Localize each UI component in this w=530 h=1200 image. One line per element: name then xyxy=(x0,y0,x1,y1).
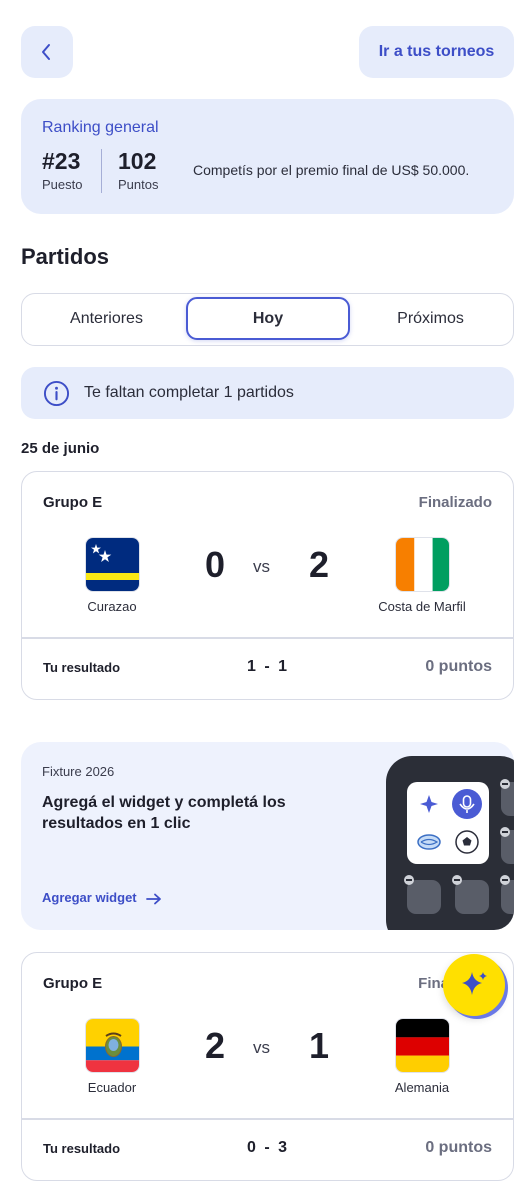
vs-label: vs xyxy=(253,1038,270,1057)
tab-previous[interactable]: Anteriores xyxy=(25,297,188,340)
pending-matches-text: Te faltan completar 1 partidos xyxy=(84,384,294,401)
ranking-points: 102 Puntos xyxy=(118,148,158,192)
date-label: 25 de junio xyxy=(21,440,100,457)
matches-section-title: Partidos xyxy=(21,244,110,269)
home-team-name: Curazao xyxy=(87,599,137,614)
germany-flag-icon xyxy=(395,1018,450,1073)
sparkle-icon xyxy=(462,972,487,995)
add-widget-link[interactable]: Agregar widget xyxy=(42,890,162,905)
your-result-value: 1 - 1 xyxy=(246,658,287,675)
ranking-description: Competís por el premio final de US$ 50.0… xyxy=(193,162,470,178)
ranking-title: Ranking general xyxy=(42,119,159,136)
phone-widget-illustration xyxy=(386,756,514,930)
chevron-left-icon xyxy=(42,44,50,60)
away-team-name: Costa de Marfil xyxy=(378,599,466,614)
points-earned: 0 puntos xyxy=(425,1139,492,1156)
arrow-right-icon xyxy=(146,893,162,904)
pending-matches-banner: Te faltan completar 1 partidos xyxy=(21,367,514,419)
widget-promo-title: Agregá el widget y completá los resultad… xyxy=(42,794,286,832)
widget-promo-card: Fixture 2026 Agregá el widget y completá… xyxy=(21,742,514,930)
your-result-label: Tu resultado xyxy=(43,660,121,675)
home-team-name: Ecuador xyxy=(87,1080,137,1095)
card-divider xyxy=(22,1118,513,1120)
ranking-position-label: Puesto xyxy=(42,177,83,192)
away-team-name: Alemania xyxy=(394,1080,450,1095)
add-widget-label: Agregar widget xyxy=(42,890,137,905)
widget-promo-kicker: Fixture 2026 xyxy=(42,764,115,779)
away-score: 2 xyxy=(308,544,330,585)
card-divider xyxy=(22,637,513,639)
match-group: Grupo E xyxy=(43,975,103,992)
assistant-fab-button[interactable] xyxy=(443,954,505,1016)
match-group: Grupo E xyxy=(43,494,103,511)
match-status: Finalizado xyxy=(418,494,492,511)
ranking-position-value: #23 xyxy=(42,148,81,174)
home-score: 0 xyxy=(204,544,226,585)
tab-today[interactable]: Hoy xyxy=(186,297,350,340)
ranking-position: #23 Puesto xyxy=(42,148,82,192)
ranking-card: Ranking general #23 Puesto 102 Puntos Co… xyxy=(21,99,514,214)
curacao-flag-icon xyxy=(85,537,140,592)
tab-upcoming[interactable]: Próximos xyxy=(349,297,512,340)
points-earned: 0 puntos xyxy=(425,658,492,675)
back-button[interactable] xyxy=(21,26,73,78)
vs-label: vs xyxy=(253,557,270,576)
matches-tabs: Anteriores Hoy Próximos xyxy=(21,293,514,346)
ranking-divider xyxy=(101,149,102,193)
match-card[interactable]: Grupo E Finalizado Curazao 0 vs 2 Costa … xyxy=(21,471,514,700)
ivory-coast-flag-icon xyxy=(395,537,450,592)
your-result-label: Tu resultado xyxy=(43,1141,121,1156)
away-score: 1 xyxy=(308,1025,330,1066)
home-score: 2 xyxy=(204,1025,226,1066)
ecuador-flag-icon xyxy=(85,1018,140,1073)
info-icon xyxy=(43,380,70,406)
go-to-tournaments-button[interactable]: Ir a tus torneos xyxy=(359,26,514,78)
ranking-points-value: 102 xyxy=(118,148,157,174)
your-result-value: 0 - 3 xyxy=(246,1139,287,1156)
match-card[interactable]: Grupo E Fina Ecuador 2 vs 1 Alemania Tu … xyxy=(21,952,514,1181)
ranking-points-label: Puntos xyxy=(118,177,159,192)
